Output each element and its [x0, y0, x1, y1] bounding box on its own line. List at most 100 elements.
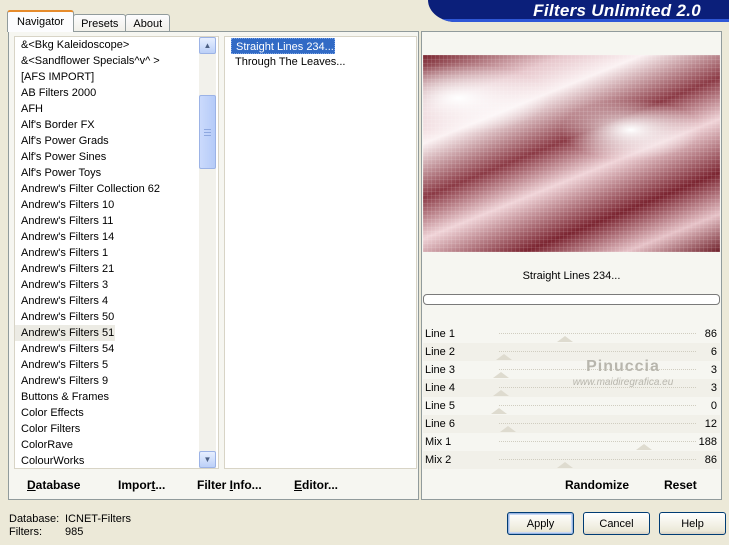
category-item[interactable]: ColorRave: [15, 437, 218, 453]
param-value: 86: [704, 328, 717, 340]
category-item[interactable]: Andrew's Filters 50: [15, 309, 218, 325]
navigator-panel: &<Bkg Kaleidoscope> &<Sandflower Specials…: [8, 31, 419, 500]
param-label: Mix 2: [425, 454, 452, 466]
param-slider-track[interactable]: [499, 333, 696, 334]
param-slider-thumb[interactable]: [557, 336, 574, 342]
param-row: Line 1 86: [423, 325, 720, 343]
progress-bar: [423, 294, 720, 305]
category-item[interactable]: Andrew's Filters 1: [15, 245, 218, 261]
app-banner: Filters Unlimited 2.0: [428, 0, 729, 22]
param-label: Mix 1: [425, 436, 452, 448]
category-item[interactable]: Andrew's Filters 51: [15, 325, 115, 341]
tab-navigator[interactable]: Navigator: [7, 10, 75, 32]
category-item[interactable]: Andrew's Filter Collection 62: [15, 181, 218, 197]
editor-button[interactable]: Editor...: [294, 478, 338, 492]
param-slider-thumb[interactable]: [500, 426, 517, 432]
category-scrollbar[interactable]: ▲ ▼: [199, 37, 216, 468]
param-value: 3: [710, 382, 717, 394]
param-label: Line 1: [425, 328, 455, 340]
scroll-down-button[interactable]: ▼: [199, 451, 216, 468]
category-item[interactable]: Andrew's Filters 3: [15, 277, 218, 293]
tab-presets[interactable]: Presets: [73, 14, 127, 32]
param-value: 12: [704, 418, 717, 430]
param-slider-thumb[interactable]: [557, 462, 574, 468]
cancel-button[interactable]: Cancel: [583, 512, 650, 535]
param-label: Line 3: [425, 364, 455, 376]
category-item[interactable]: Alf's Power Toys: [15, 165, 218, 181]
filter-list[interactable]: Straight Lines 234... Through The Leaves.…: [224, 36, 417, 469]
param-label: Line 6: [425, 418, 455, 430]
param-slider-thumb[interactable]: [493, 390, 510, 396]
param-slider-thumb[interactable]: [493, 372, 510, 378]
apply-button[interactable]: Apply: [507, 512, 574, 535]
category-item[interactable]: &<Sandflower Specials^v^ >: [15, 53, 218, 69]
filter-info-button[interactable]: Filter Info...: [197, 478, 262, 492]
param-row: Mix 2 86: [423, 451, 720, 469]
database-button[interactable]: Database: [27, 478, 80, 492]
param-slider-track[interactable]: [499, 405, 696, 406]
category-item[interactable]: Buttons & Frames: [15, 389, 218, 405]
category-items: &<Bkg Kaleidoscope> &<Sandflower Specials…: [15, 37, 218, 468]
category-item[interactable]: Andrew's Filters 11: [15, 213, 218, 229]
parameter-list: Line 1 86 Line 2 6 Line 3 3 Line 4 3 Line 5 0 Line…: [423, 325, 720, 469]
param-row: Line 6 12: [423, 415, 720, 433]
param-value: 6: [710, 346, 717, 358]
filter-items: Straight Lines 234... Through The Leaves.…: [225, 37, 416, 69]
preview-image: [423, 55, 720, 252]
category-item[interactable]: Andrew's Filters 10: [15, 197, 218, 213]
param-row: Mix 1 188: [423, 433, 720, 451]
footer-info: Database: ICNET-Filters Filters: 985: [9, 513, 131, 539]
filter-row: Through The Leaves...: [225, 53, 416, 69]
category-item[interactable]: Alf's Border FX: [15, 117, 218, 133]
param-slider-track[interactable]: [499, 351, 696, 352]
category-item[interactable]: Alf's Power Sines: [15, 149, 218, 165]
tab-about[interactable]: About: [125, 14, 171, 32]
app-title: Filters Unlimited 2.0: [533, 1, 701, 20]
param-slider-track[interactable]: [499, 441, 696, 442]
randomize-button[interactable]: Randomize: [565, 478, 629, 492]
param-slider-track[interactable]: [499, 459, 696, 460]
category-item[interactable]: Andrew's Filters 14: [15, 229, 218, 245]
scroll-up-button[interactable]: ▲: [199, 37, 216, 54]
import-button[interactable]: Import...: [118, 478, 165, 492]
param-value: 188: [698, 436, 717, 448]
param-row: Line 4 3: [423, 379, 720, 397]
category-item[interactable]: AFH: [15, 101, 218, 117]
filter-item[interactable]: Through The Leaves...: [231, 54, 345, 70]
category-item[interactable]: Andrew's Filters 4: [15, 293, 218, 309]
param-slider-thumb[interactable]: [491, 408, 507, 414]
param-row: Line 2 6: [423, 343, 720, 361]
param-label: Line 4: [425, 382, 455, 394]
param-value: 86: [704, 454, 717, 466]
category-item[interactable]: ColourWorks: [15, 453, 218, 468]
category-list[interactable]: &<Bkg Kaleidoscope> &<Sandflower Specials…: [14, 36, 219, 469]
category-item[interactable]: Andrew's Filters 9: [15, 373, 218, 389]
preview-filter-name: Straight Lines 234...: [522, 270, 621, 282]
category-item[interactable]: Color Effects: [15, 405, 218, 421]
category-item[interactable]: &<Bkg Kaleidoscope>: [15, 37, 218, 53]
navigator-actions: Database Import... Filter Info... Editor…: [9, 472, 418, 499]
param-label: Line 2: [425, 346, 455, 358]
help-button[interactable]: Help: [659, 512, 726, 535]
param-slider-thumb[interactable]: [636, 444, 653, 450]
param-slider-track[interactable]: [499, 369, 696, 370]
reset-button[interactable]: Reset: [664, 478, 697, 492]
category-item[interactable]: [AFS IMPORT]: [15, 69, 218, 85]
tab-bar: Navigator Presets About: [7, 10, 171, 32]
chevron-up-icon: ▲: [203, 41, 212, 50]
database-value: ICNET-Filters: [65, 513, 131, 525]
param-label: Line 5: [425, 400, 455, 412]
scroll-thumb[interactable]: [199, 95, 216, 169]
param-slider-track[interactable]: [499, 423, 696, 424]
filters-count-value: 985: [65, 526, 84, 538]
category-item[interactable]: Andrew's Filters 21: [15, 261, 218, 277]
category-item[interactable]: Andrew's Filters 54: [15, 341, 218, 357]
param-row: Line 5 0: [423, 397, 720, 415]
param-slider-thumb[interactable]: [495, 354, 512, 360]
category-item[interactable]: Alf's Power Grads: [15, 133, 218, 149]
filter-item[interactable]: Straight Lines 234...: [231, 38, 335, 54]
category-item[interactable]: Andrew's Filters 5: [15, 357, 218, 373]
param-slider-track[interactable]: [499, 387, 696, 388]
category-item[interactable]: AB Filters 2000: [15, 85, 218, 101]
category-item[interactable]: Color Filters: [15, 421, 218, 437]
